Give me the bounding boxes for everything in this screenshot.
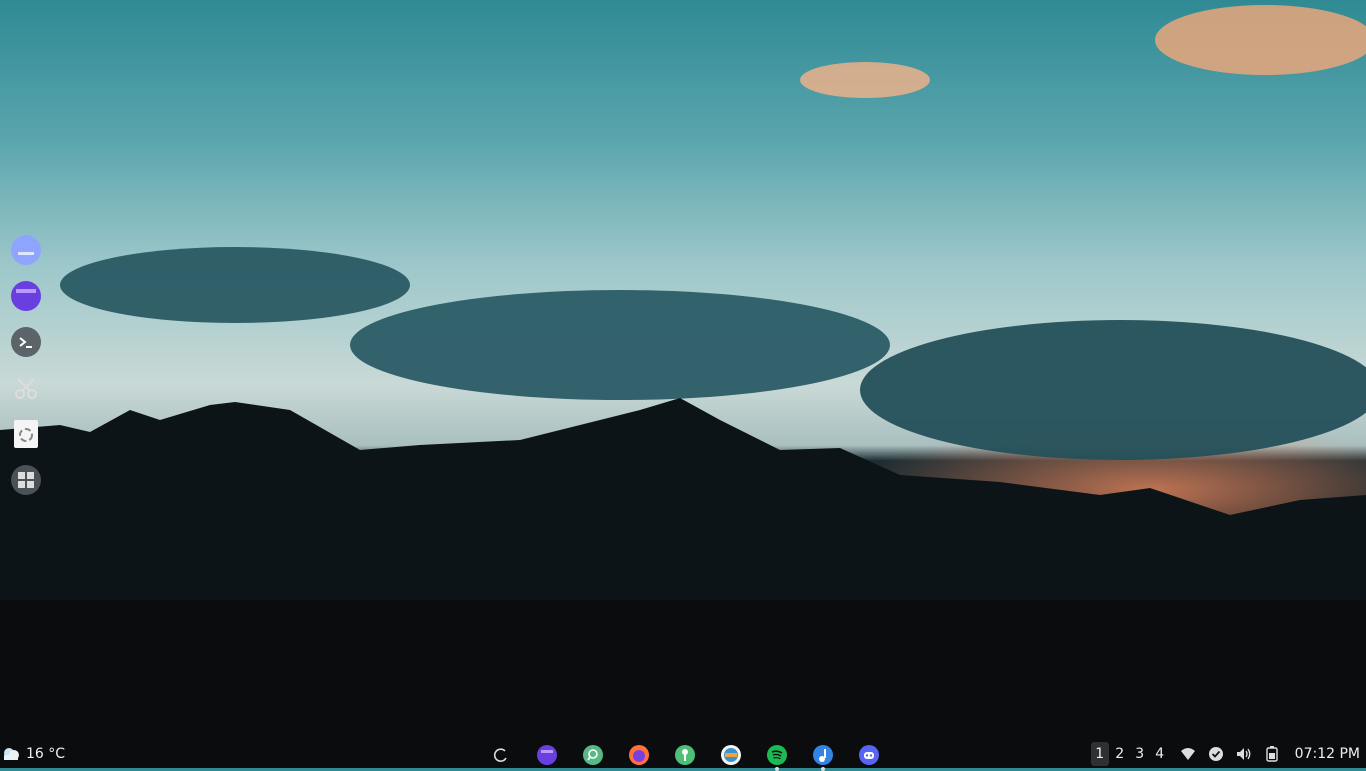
volume-button[interactable] <box>1235 745 1253 763</box>
wifi-icon <box>1180 748 1195 760</box>
firefox-icon <box>629 745 649 765</box>
taskbar-apps <box>490 744 880 771</box>
workspace-3[interactable]: 3 <box>1131 742 1149 766</box>
scissors-icon <box>15 378 37 399</box>
taskbar-discord[interactable] <box>858 744 880 766</box>
cloud-left <box>60 247 410 323</box>
weather-widget[interactable]: 16 °C <box>2 745 65 763</box>
pin-icon <box>675 745 695 765</box>
taskbar-music[interactable] <box>812 744 834 771</box>
dock-item-scissors[interactable] <box>10 372 42 404</box>
workspace-4[interactable]: 4 <box>1151 742 1169 766</box>
spotify-icon <box>767 745 787 765</box>
dolphin-files-icon <box>11 235 41 265</box>
dock-item-dolphin[interactable] <box>10 234 42 266</box>
debian-swirl-icon <box>493 748 507 762</box>
taskbar-lutris[interactable] <box>720 744 742 766</box>
taskbar-files[interactable] <box>536 744 558 766</box>
taskbar-debian[interactable] <box>490 744 512 766</box>
lutris-icon <box>721 745 741 765</box>
taskbar-spotify[interactable] <box>766 744 788 771</box>
taskbar: 16 °C 1 2 3 4 07:12 PM <box>0 738 1366 771</box>
volume-icon <box>1236 748 1251 760</box>
left-dock <box>8 234 44 496</box>
workspace-switcher: 1 2 3 4 <box>1090 742 1169 766</box>
updates-button[interactable] <box>1207 745 1225 763</box>
weather-temperature: 16 °C <box>26 746 66 762</box>
app-grid-icon <box>11 465 41 495</box>
cloud-pink-top <box>1155 5 1366 75</box>
dock-item-terminal[interactable] <box>10 326 42 358</box>
check-circle-icon <box>1208 747 1223 761</box>
cloud-right <box>860 320 1366 460</box>
taskbar-pin[interactable] <box>674 744 696 766</box>
search-icon <box>583 745 603 765</box>
discord-icon <box>859 745 879 765</box>
dock-item-folder[interactable] <box>10 280 42 312</box>
cloud-pink-small <box>800 62 930 98</box>
recycle-bin-icon <box>14 420 38 448</box>
music-note-icon <box>813 745 833 765</box>
folder-icon <box>11 281 41 311</box>
dock-item-recycle-bin[interactable] <box>10 418 42 450</box>
clock[interactable]: 07:12 PM <box>1295 746 1360 762</box>
workspace-1[interactable]: 1 <box>1090 742 1109 766</box>
battery-icon <box>1265 746 1278 762</box>
workspace-2[interactable]: 2 <box>1111 742 1129 766</box>
system-tray: 1 2 3 4 07:12 PM <box>1090 742 1362 766</box>
cloud-center <box>350 290 890 400</box>
landscape-art <box>0 5 1366 768</box>
taskbar-firefox[interactable] <box>628 744 650 766</box>
dock-item-app-grid[interactable] <box>10 464 42 496</box>
files-icon <box>537 745 557 765</box>
taskbar-search[interactable] <box>582 744 604 766</box>
terminal-icon <box>11 327 41 357</box>
battery-button[interactable] <box>1263 745 1281 763</box>
desktop-wallpaper <box>0 0 1366 768</box>
weather-cloud-icon <box>4 748 19 760</box>
wifi-button[interactable] <box>1179 745 1197 763</box>
